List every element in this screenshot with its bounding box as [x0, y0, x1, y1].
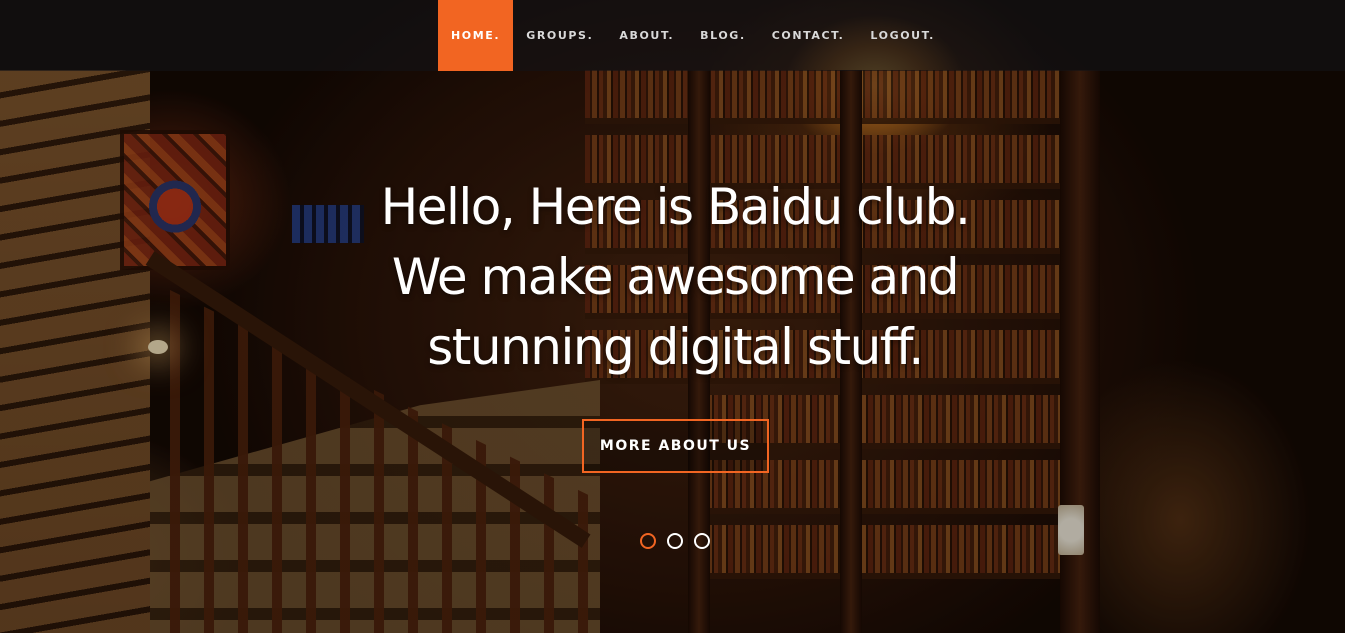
slider-dot[interactable] [694, 533, 710, 549]
slider-dot[interactable] [640, 533, 656, 549]
hero-headline: Hello, Here is Baidu club. We make aweso… [272, 172, 1078, 382]
slider-dot[interactable] [667, 533, 683, 549]
headline-line-2: We make awesome and [391, 248, 960, 306]
headline-line-1: Hello, Here is Baidu club. [380, 178, 971, 236]
nav-item-groups[interactable]: GROUPS. [513, 0, 606, 71]
nav-item-contact[interactable]: CONTACT. [759, 0, 858, 71]
headline-line-3: stunning digital stuff. [427, 318, 924, 376]
top-navbar: HOME. GROUPS. ABOUT. BLOG. CONTACT. LOGOUT. [0, 0, 1345, 71]
nav-item-blog[interactable]: BLOG. [687, 0, 759, 71]
nav-item-home[interactable]: HOME. [438, 0, 514, 71]
more-about-us-button[interactable]: MORE ABOUT US [582, 419, 769, 473]
slider-dots [640, 533, 710, 549]
nav-item-logout[interactable]: LOGOUT. [857, 0, 948, 71]
main-nav: HOME. GROUPS. ABOUT. BLOG. CONTACT. LOGOUT. [438, 0, 948, 71]
nav-item-about[interactable]: ABOUT. [606, 0, 687, 71]
